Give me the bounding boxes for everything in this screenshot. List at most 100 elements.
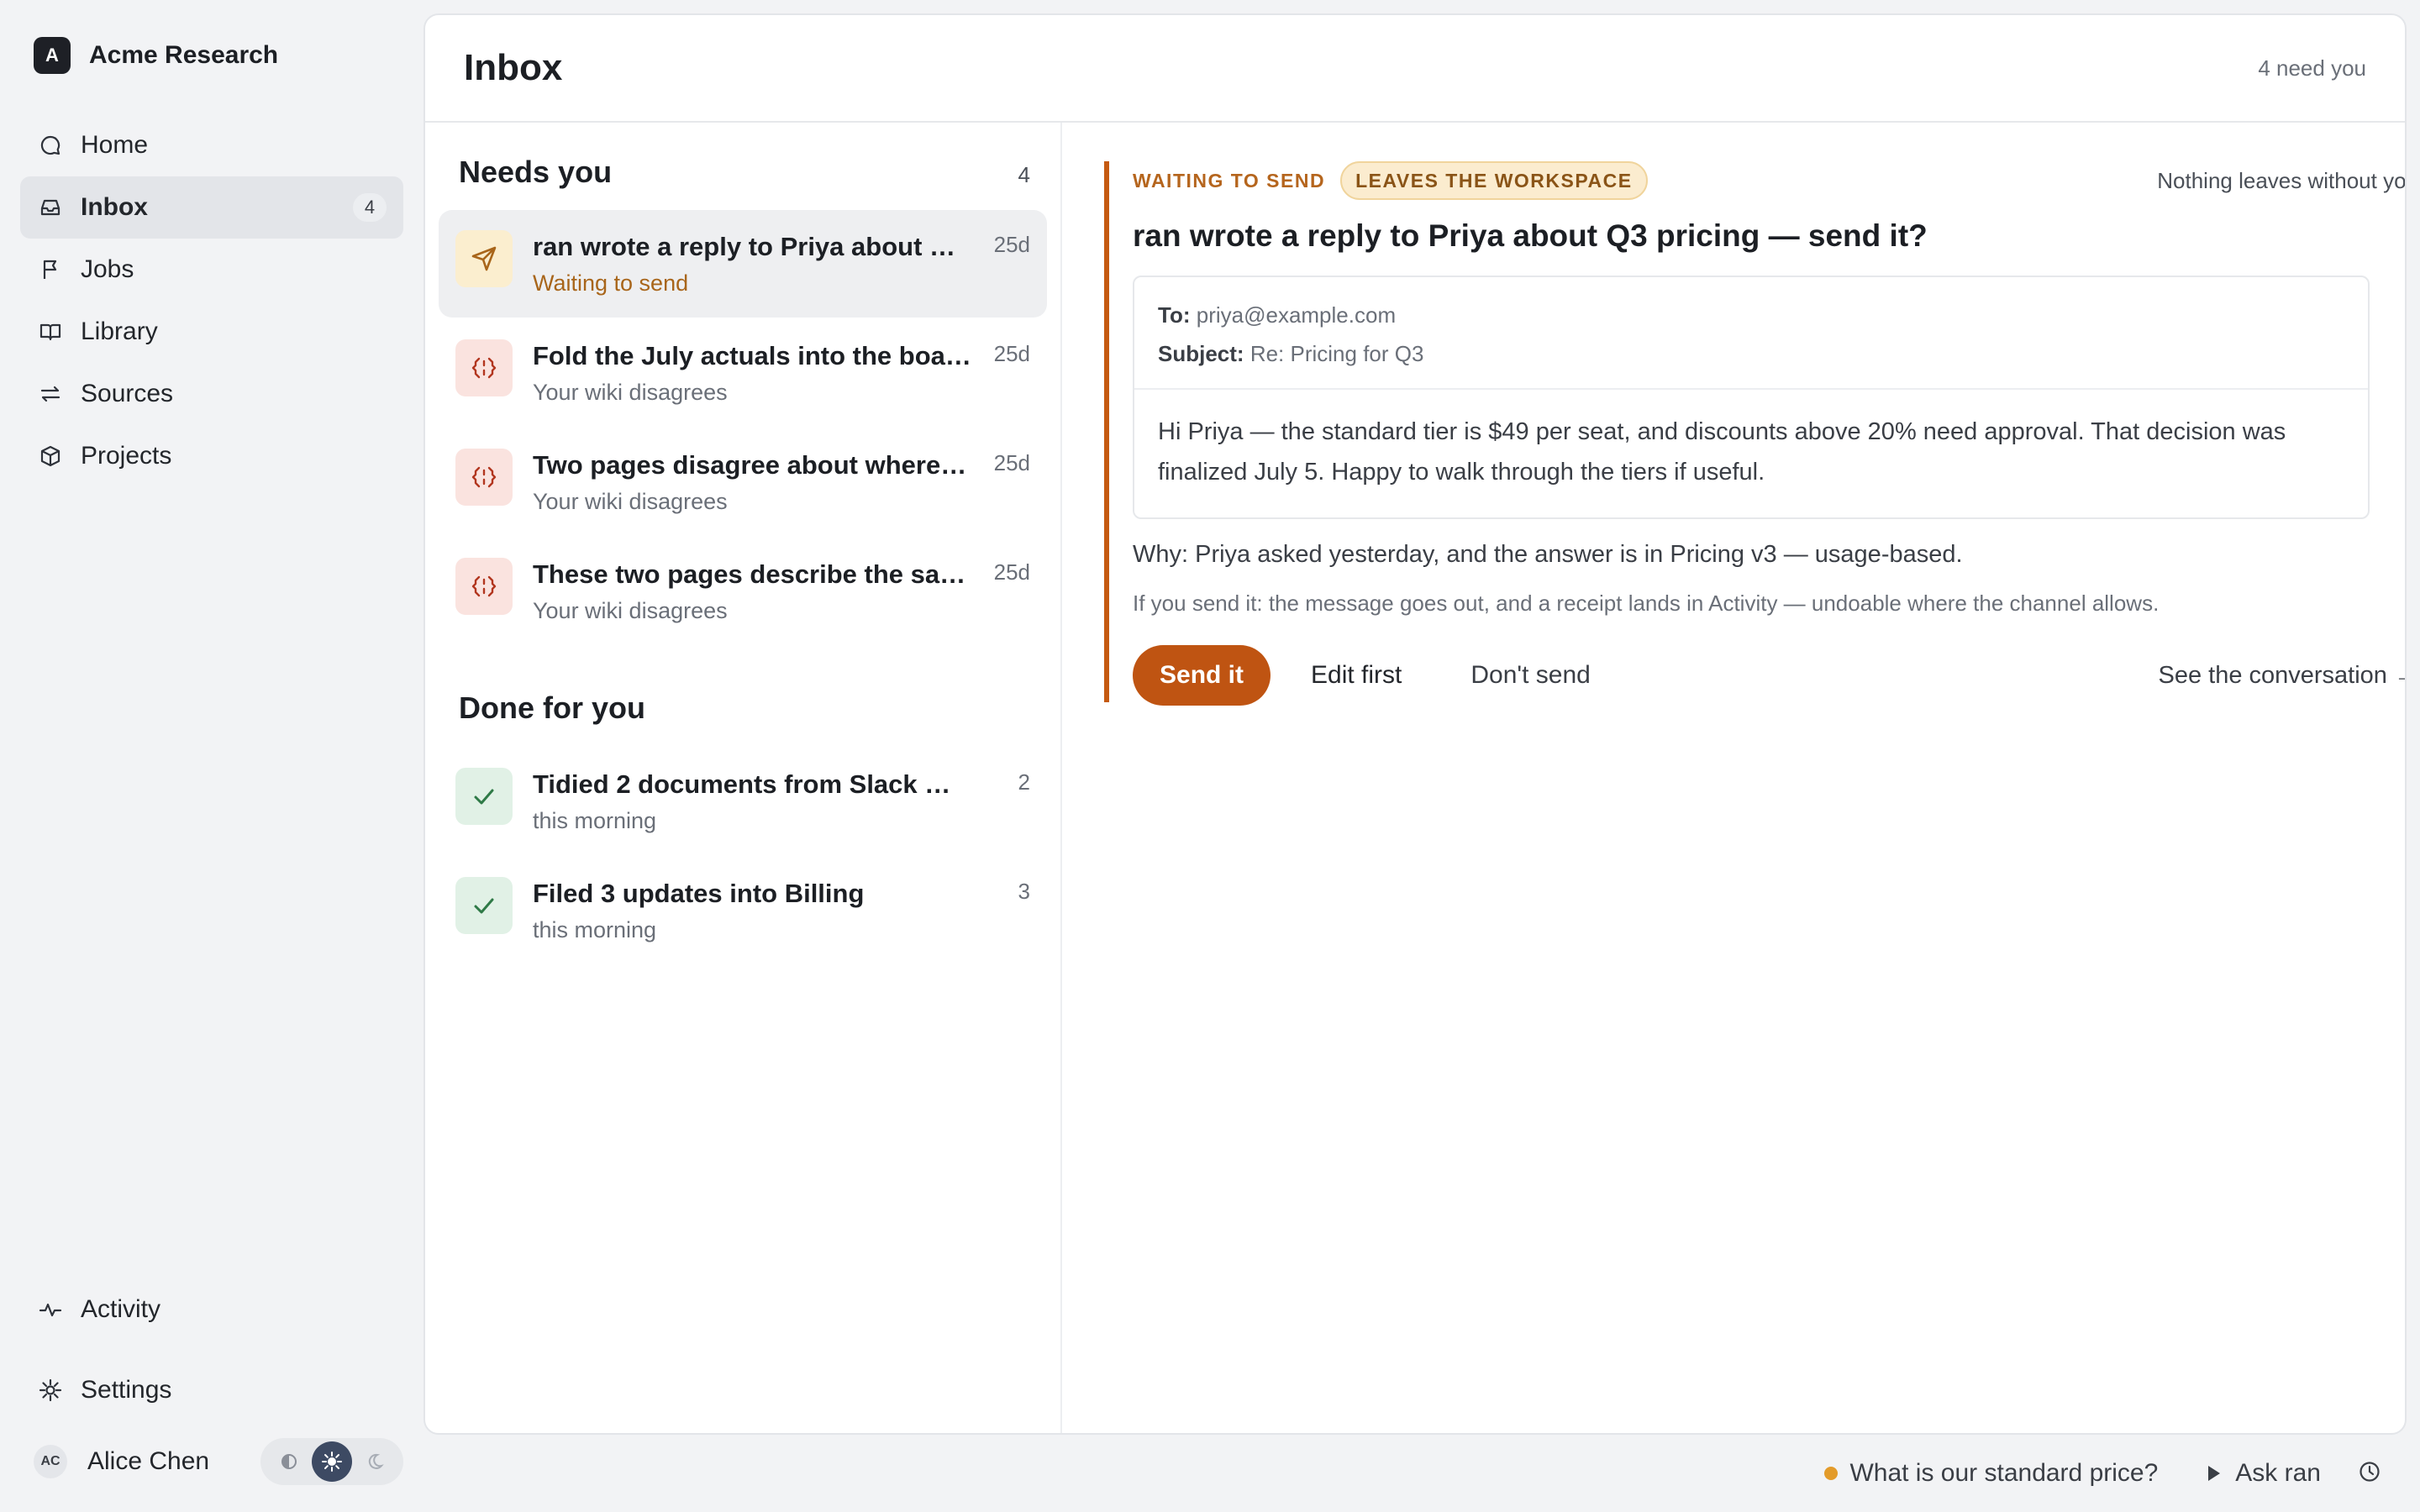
list-item-subtitle: Your wiki disagrees	[533, 489, 728, 514]
workspace-logo: A	[34, 37, 71, 74]
send-button[interactable]: Send it	[1133, 645, 1271, 706]
workspace-name: Acme Research	[89, 41, 279, 69]
status-dot-icon	[1824, 1467, 1839, 1480]
subject-value: Re: Pricing for Q3	[1249, 341, 1424, 366]
sidebar-item-library[interactable]: Library	[20, 301, 403, 363]
section-title: Done for you	[459, 690, 645, 725]
inbox-count-badge: 4	[353, 193, 387, 222]
suggested-question[interactable]: What is our standard price?	[1849, 1459, 2158, 1488]
ask-label: Ask ran	[2235, 1459, 2321, 1487]
list-item[interactable]: Filed 3 updates into Billing this mornin…	[439, 857, 1047, 964]
conflict-icon	[455, 449, 513, 506]
see-conversation-link[interactable]: See the conversation →	[2158, 662, 2405, 690]
sidebar-item-label: Sources	[81, 380, 174, 407]
section-title: Needs you	[459, 155, 613, 189]
list-item-subtitle: this morning	[533, 917, 657, 942]
contrast-icon	[281, 1454, 297, 1469]
sidebar-item-jobs[interactable]: Jobs	[20, 239, 403, 301]
sidebar-item-projects[interactable]: Projects	[20, 425, 403, 487]
sidebar-item-label: Inbox	[81, 193, 148, 221]
sidebar-item-settings[interactable]: Settings	[20, 1359, 403, 1421]
sidebar-item-label: Jobs	[81, 255, 134, 283]
message-meta: To: priya@example.com Subject: Re: Prici…	[1134, 277, 2368, 390]
sun-icon	[321, 1452, 342, 1472]
check-icon	[455, 768, 513, 825]
conflict-icon	[455, 339, 513, 396]
page-title: Inbox	[464, 47, 563, 88]
theme-switcher	[260, 1438, 403, 1485]
to-value: priya@example.com	[1196, 302, 1397, 328]
section-count: 4	[1018, 162, 1030, 187]
list-item-title: Fold the July actuals into the board dec…	[533, 341, 973, 370]
sidebar-item-activity[interactable]: Activity	[20, 1278, 403, 1341]
avatar[interactable]: AC	[34, 1445, 67, 1478]
consequence-text: If you send it: the message goes out, an…	[1133, 591, 2160, 616]
page-header: Inbox 4 need you	[425, 15, 2405, 123]
list-item-text: These two pages describe the same proces…	[533, 558, 986, 645]
subject-line: Subject: Re: Pricing for Q3	[1158, 334, 2344, 373]
theme-auto-button[interactable]	[269, 1441, 309, 1482]
chat-bubble-icon	[37, 132, 64, 159]
list-item-title: Tidied 2 documents from Slack — renamed …	[533, 769, 973, 799]
list-item[interactable]: Tidied 2 documents from Slack — renamed …	[439, 748, 1047, 855]
done-for-you-header: Done for you	[459, 690, 1030, 726]
list-item-subtitle: Your wiki disagrees	[533, 380, 728, 405]
moon-icon	[369, 1453, 385, 1469]
list-item[interactable]: These two pages describe the same proces…	[439, 538, 1047, 645]
sidebar-item-label: Library	[81, 318, 158, 345]
book-icon	[37, 318, 64, 345]
dont-send-button[interactable]: Don't send	[1470, 661, 1591, 690]
conflict-icon	[455, 558, 513, 615]
list-item-title: Two pages disagree about where EU data l…	[533, 450, 973, 480]
arrows-swap-icon	[37, 381, 64, 407]
check-icon	[455, 877, 513, 934]
main-panel: Inbox 4 need you Needs you 4 ran wrote a…	[424, 13, 2407, 1435]
list-item-age: 25d	[993, 341, 1030, 366]
list-item-age: 25d	[993, 559, 1030, 585]
gear-icon	[37, 1377, 64, 1404]
edit-first-button[interactable]: Edit first	[1311, 661, 1402, 690]
app-root: A Acme Research Home Inbox 4 Jobs Librar…	[0, 0, 2420, 1512]
sidebar-item-label: Projects	[81, 442, 172, 470]
list-item-text: Tidied 2 documents from Slack — renamed …	[533, 768, 1010, 855]
ask-button[interactable]: Ask ran	[2208, 1459, 2321, 1488]
list-item[interactable]: ran wrote a reply to Priya about Q3 pric…	[439, 210, 1047, 318]
needs-you-header: Needs you 4	[459, 155, 1030, 190]
message-body: Hi Priya — the standard tier is $49 per …	[1158, 418, 2286, 486]
flag-icon	[37, 256, 64, 283]
play-icon	[2208, 1466, 2221, 1481]
list-item-age: 25d	[993, 232, 1030, 257]
list-item-count: 2	[1018, 769, 1030, 795]
to-label: To:	[1158, 302, 1191, 328]
list-item-title: ran wrote a reply to Priya about Q3 pric…	[533, 232, 973, 261]
status-badge: WAITING TO SEND	[1133, 169, 1326, 192]
history-icon[interactable]	[2358, 1460, 2381, 1488]
message-preview: To: priya@example.com Subject: Re: Prici…	[1133, 276, 2370, 519]
sidebar-item-label: Settings	[81, 1376, 172, 1404]
sidebar-nav: Home Inbox 4 Jobs Library Sources Projec…	[20, 114, 403, 487]
sidebar-item-label: Activity	[81, 1295, 161, 1323]
package-icon	[37, 443, 64, 470]
theme-light-button[interactable]	[311, 1441, 352, 1482]
workspace-switcher[interactable]: A Acme Research	[34, 37, 278, 74]
sidebar-item-label: Home	[81, 131, 149, 159]
need-count: 4 need you	[2258, 55, 2366, 81]
list-item-age: 25d	[993, 450, 1030, 475]
tag-row: WAITING TO SEND LEAVES THE WORKSPACE Not…	[1133, 161, 2405, 200]
sidebar-item-home[interactable]: Home	[20, 114, 403, 176]
detail-title: ran wrote a reply to Priya about Q3 pric…	[1133, 218, 1928, 253]
theme-dark-button[interactable]	[355, 1441, 395, 1482]
approval-card: WAITING TO SEND LEAVES THE WORKSPACE Not…	[1104, 161, 2405, 706]
detail-pane: WAITING TO SEND LEAVES THE WORKSPACE Not…	[1062, 123, 2405, 1433]
list-item[interactable]: Two pages disagree about where EU data l…	[439, 428, 1047, 536]
sidebar: A Acme Research Home Inbox 4 Jobs Librar…	[0, 0, 420, 1512]
subject-label: Subject:	[1158, 341, 1244, 366]
pulse-icon	[37, 1296, 64, 1323]
sidebar-item-inbox[interactable]: Inbox 4	[20, 176, 403, 239]
list-item-text: Filed 3 updates into Billing this mornin…	[533, 877, 1010, 964]
list-item[interactable]: Fold the July actuals into the board dec…	[439, 319, 1047, 427]
sidebar-bottom-settings-wrap: Settings	[20, 1359, 403, 1421]
sidebar-item-sources[interactable]: Sources	[20, 363, 403, 425]
list-item-title: These two pages describe the same proces…	[533, 559, 973, 589]
user-name[interactable]: Alice Chen	[87, 1447, 209, 1476]
